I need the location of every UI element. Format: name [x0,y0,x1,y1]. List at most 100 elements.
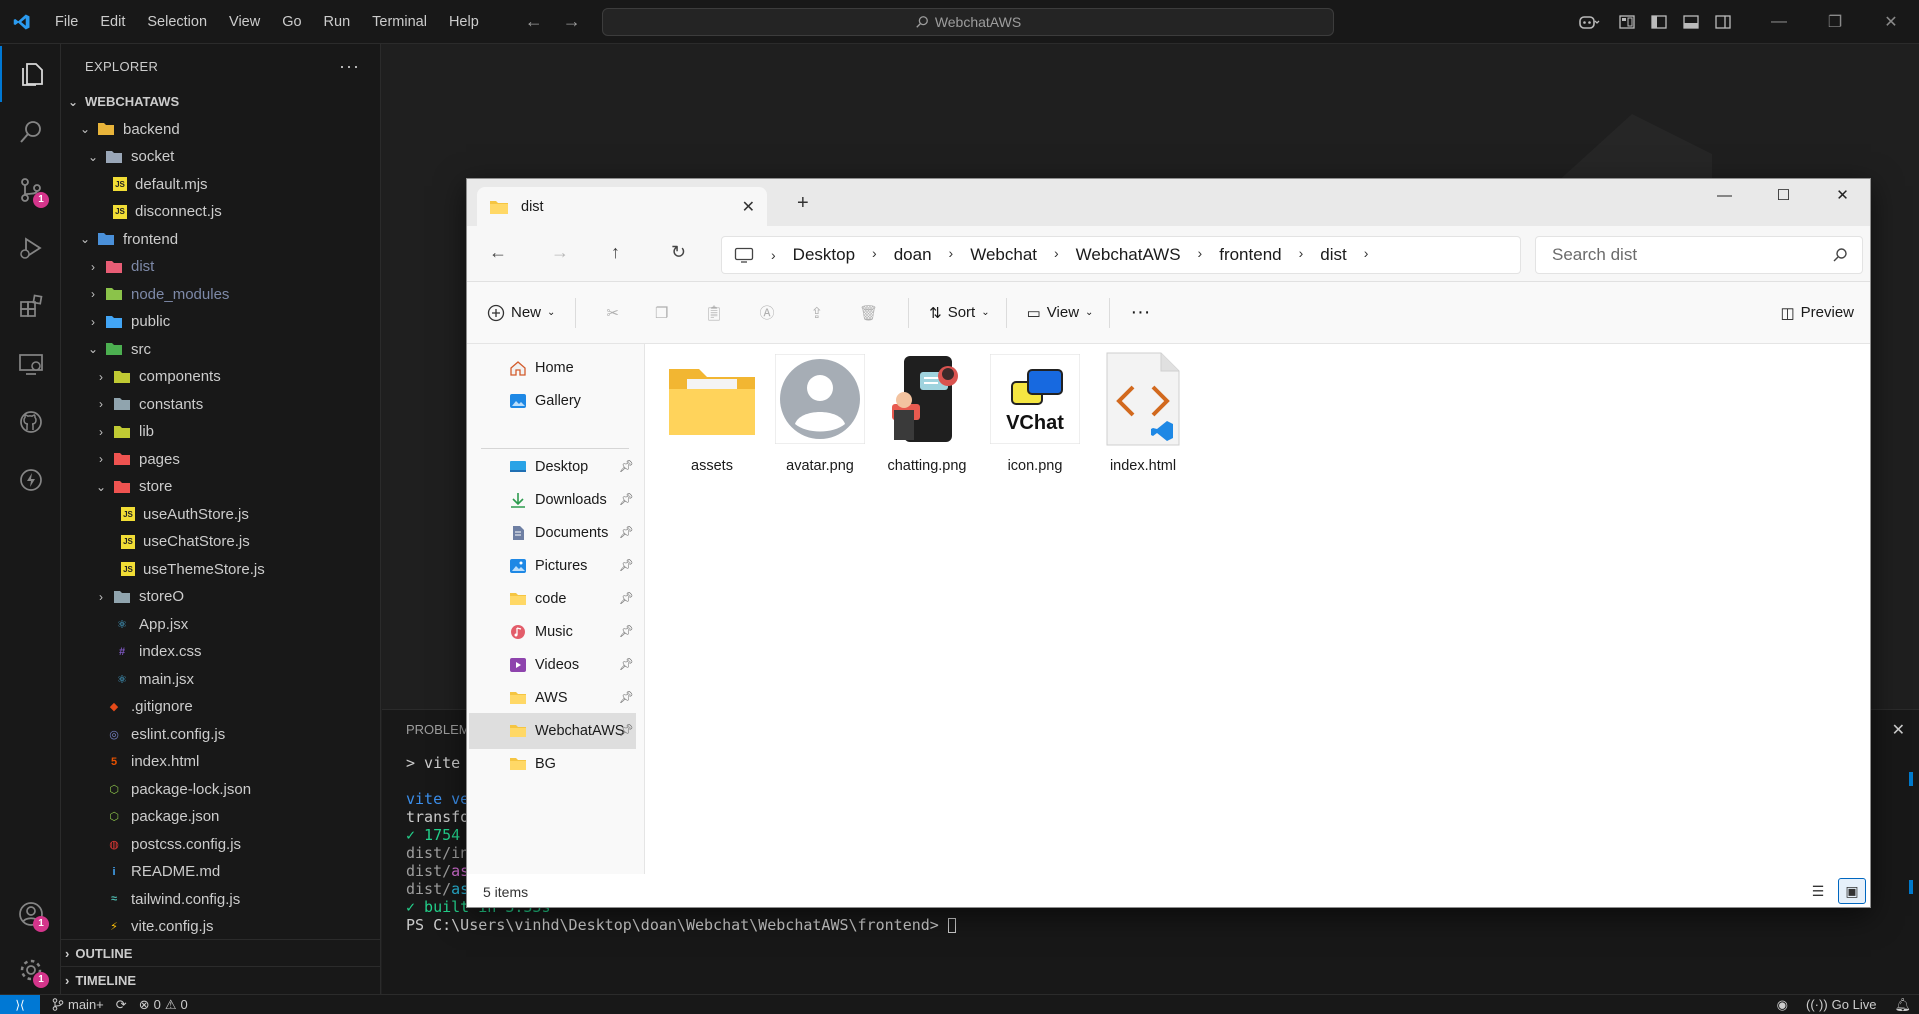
tree-folder[interactable]: › lib [61,418,380,446]
tree-folder[interactable]: ⌄ store [61,473,380,501]
file-item[interactable]: chatting.png [875,354,979,494]
nav-item-bg[interactable]: BG [469,746,636,782]
activity-run-debug[interactable] [0,220,61,276]
restore-window-button[interactable]: ❐ [1807,0,1863,44]
pin-icon[interactable]: 📌︎ [619,624,634,638]
breadcrumb-item[interactable]: dist [1320,245,1346,265]
nav-item-documents[interactable]: Documents 📌︎ [469,515,636,551]
nav-item-code[interactable]: code 📌︎ [469,581,636,617]
problems-tab[interactable]: PROBLEM [406,722,470,737]
nav-item-music[interactable]: Music 📌︎ [469,614,636,650]
copy-icon[interactable]: ❐ [655,304,668,322]
minimize-window-button[interactable]: — [1751,0,1807,44]
toggle-primary-sidebar-icon[interactable] [1643,0,1675,44]
tree-folder[interactable]: ⌄ frontend [61,226,380,254]
activity-thunder[interactable] [0,452,61,508]
menu-go[interactable]: Go [271,0,312,44]
cut-icon[interactable]: ✂ [606,304,619,322]
breadcrumb-item[interactable]: Desktop [793,245,855,265]
menu-selection[interactable]: Selection [136,0,218,44]
file-item[interactable]: index.html [1091,352,1195,494]
nav-item-desktop[interactable]: Desktop 📌︎ [469,449,636,485]
copilot-icon[interactable] [1567,0,1611,44]
tree-file[interactable]: JS disconnect.js [61,198,380,226]
fe-close-button[interactable]: ✕ [1813,179,1870,211]
file-item[interactable]: avatar.png [768,354,872,494]
menu-file[interactable]: File [44,0,89,44]
breadcrumb-item[interactable]: Webchat [970,245,1037,265]
tree-folder[interactable]: › constants [61,391,380,419]
tree-folder[interactable]: ⌄ backend [61,116,380,144]
details-view-icon[interactable]: ☰ [1804,878,1832,904]
menu-terminal[interactable]: Terminal [361,0,438,44]
chevron-right-icon[interactable]: › [1054,245,1059,265]
breadcrumb-item[interactable]: doan [894,245,932,265]
large-icons-view-icon[interactable]: ▣ [1838,878,1866,904]
activity-extensions[interactable] [0,278,61,334]
preview-button[interactable]: ◫ Preview [1780,304,1854,322]
paste-icon[interactable]: 📋︎ [704,304,723,322]
rename-icon[interactable]: Ⓐ [759,302,774,323]
sync-icon[interactable]: ⟳ [116,997,127,1013]
menu-run[interactable]: Run [313,0,362,44]
fe-tab[interactable]: dist ✕ [477,187,767,226]
activity-remote-explorer[interactable] [0,336,61,392]
breadcrumb-item[interactable]: WebchatAWS [1076,245,1181,265]
forward-arrow-icon[interactable]: → [563,11,581,32]
activity-explorer[interactable] [0,46,61,102]
more-options-icon[interactable]: ··· [1130,301,1150,324]
pin-icon[interactable]: 📌︎ [619,492,634,506]
nav-item-home[interactable]: Home [469,350,636,386]
pin-icon[interactable]: 📌︎ [619,723,634,737]
tree-file[interactable]: ◍ postcss.config.js [61,831,380,859]
tree-file[interactable]: ≈ tailwind.config.js [61,886,380,914]
tree-folder[interactable]: ⌄ socket [61,143,380,171]
problems-status[interactable]: ⊗ 0 ⚠ 0 [139,997,188,1013]
bell-icon[interactable]: 🔔︎ [1894,997,1911,1013]
tree-folder[interactable]: › dist [61,253,380,281]
back-arrow-icon[interactable]: ← [525,11,543,32]
copilot-status-icon[interactable]: ◉ [1777,997,1788,1013]
nav-item-downloads[interactable]: Downloads 📌︎ [469,482,636,518]
nav-item-aws[interactable]: AWS 📌︎ [469,680,636,716]
chevron-right-icon[interactable]: › [872,245,877,265]
activity-search[interactable] [0,104,61,160]
tree-folder[interactable]: ⌄ src [61,336,380,364]
fe-address-bar[interactable]: › Desktop › doan › Webchat › WebchatAWS › fronte… [721,236,1521,274]
tree-file[interactable]: ⚛ main.jsx [61,666,380,694]
menu-view[interactable]: View [218,0,271,44]
chevron-right-icon[interactable]: › [1364,245,1369,265]
share-icon[interactable]: ⇪ [811,304,824,322]
activity-accounts[interactable]: 1 [0,886,61,942]
tree-file[interactable]: ⚡ vite.config.js [61,913,380,941]
fe-forward-icon[interactable]: → [551,242,569,263]
tree-file[interactable]: ⚛ App.jsx [61,611,380,639]
tree-file[interactable]: JS useAuthStore.js [61,501,380,529]
file-item[interactable]: VChat icon.png [983,354,1087,494]
fe-search-box[interactable]: Search dist [1535,236,1863,274]
tree-folder[interactable]: › pages [61,446,380,474]
activity-source-control[interactable]: 1 [0,162,61,218]
chevron-right-icon[interactable]: › [1299,245,1304,265]
tree-folder[interactable]: › public [61,308,380,336]
activity-manage[interactable]: 1 [0,942,61,998]
branch-status[interactable]: main+ [52,997,104,1012]
tree-file[interactable]: # index.css [61,638,380,666]
nav-item-webchataws[interactable]: WebchatAWS 📌︎ [469,713,636,749]
workspace-root[interactable]: ⌄ WEBCHATAWS [61,88,380,116]
tree-file[interactable]: JS default.mjs [61,171,380,199]
menu-help[interactable]: Help [438,0,490,44]
chevron-right-icon[interactable]: › [949,245,954,265]
outline-section[interactable]: › OUTLINE [61,939,380,966]
menu-edit[interactable]: Edit [89,0,136,44]
close-tab-icon[interactable]: ✕ [742,197,755,217]
tree-file[interactable]: 5 index.html [61,748,380,776]
fe-minimize-button[interactable]: — [1695,179,1754,211]
tree-file[interactable]: ◎ eslint.config.js [61,721,380,749]
tree-file[interactable]: ⬡ package-lock.json [61,776,380,804]
tree-file[interactable]: JS useChatStore.js [61,528,380,556]
nav-item-gallery[interactable]: Gallery [469,383,636,419]
close-panel-icon[interactable]: ✕ [1892,720,1905,740]
go-live-button[interactable]: ((·)) Go Live [1806,997,1876,1012]
command-center[interactable]: WebchatAWS [602,8,1334,36]
